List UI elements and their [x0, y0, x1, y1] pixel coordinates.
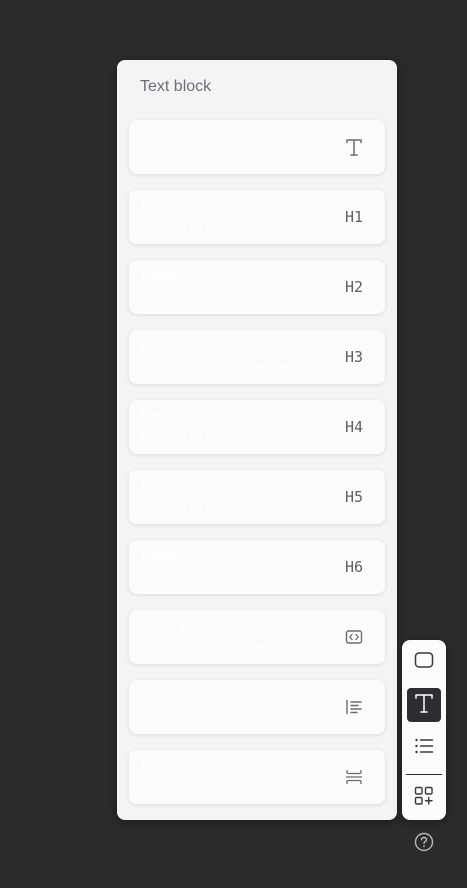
block-option-quote[interactable]: Quote Capture a quote [129, 680, 385, 734]
text-icon [414, 692, 434, 719]
block-option-description: Heading for fourth largest section [141, 430, 318, 444]
block-option-title: Heading 4 [141, 407, 210, 424]
list-icon [414, 737, 434, 760]
block-option-heading-5[interactable]: Heading 5 Heading for fifth largest sect… [129, 470, 385, 524]
block-option-description: Capture a quote [141, 710, 228, 724]
block-option-description: Heading for fifth largest section [141, 500, 307, 514]
h1-icon-label: H1 [344, 208, 364, 226]
h3-icon-label: H3 [344, 348, 364, 366]
block-option-title: Code Block [141, 617, 218, 634]
h3-icon: H3 [341, 345, 367, 369]
quote-icon [341, 695, 367, 719]
block-option-title: Quote [141, 687, 182, 704]
text-block-panel: Text block Text Start writing with plain… [117, 60, 397, 820]
block-option-title: Heading 1 [141, 197, 210, 214]
code-block-icon [341, 625, 367, 649]
block-option-description: Heading for the largest section [141, 220, 304, 234]
container-block-button[interactable] [407, 645, 441, 679]
block-option-heading-6[interactable]: Heading 6 Heading for smallest section H… [129, 540, 385, 594]
block-option-description: Heading for third largest section [141, 360, 311, 374]
panel-title: Text block [140, 78, 212, 95]
text-icon [341, 135, 367, 159]
divider-icon [341, 765, 367, 789]
block-option-heading-3[interactable]: Heading 3 Heading for third largest sect… [129, 330, 385, 384]
text-block-button[interactable] [407, 688, 441, 722]
h1-icon: H1 [341, 205, 367, 229]
block-option-title: Divider [141, 757, 188, 774]
block-type-toolbar [402, 640, 446, 820]
block-option-heading-4[interactable]: Heading 4 Heading for fourth largest sec… [129, 400, 385, 454]
block-option-heading-2[interactable]: Heading 2 Heading for second largest sec… [129, 260, 385, 314]
help-button[interactable] [414, 832, 434, 857]
block-option-description: Heading for smallest section [141, 570, 292, 584]
block-option-code-block[interactable]: Code Block Capture a code snippet [129, 610, 385, 664]
add-blocks-icon [414, 786, 434, 811]
h5-icon-label: H5 [344, 488, 364, 506]
list-block-button[interactable] [407, 731, 441, 765]
h6-icon-label: H6 [344, 558, 364, 576]
block-option-title: Heading 5 [141, 477, 210, 494]
toolbar-divider [406, 774, 442, 775]
more-blocks-button[interactable] [407, 781, 441, 815]
rounded-square-icon [414, 651, 434, 674]
block-option-description: Heading for second largest section [141, 290, 326, 304]
h2-icon-label: H2 [344, 278, 364, 296]
block-option-description: Start writing with plain text [141, 150, 281, 164]
block-option-title: Text [141, 127, 169, 144]
h5-icon: H5 [341, 485, 367, 509]
h2-icon: H2 [341, 275, 367, 299]
block-option-heading-1[interactable]: Heading 1 Heading for the largest sectio… [129, 190, 385, 244]
block-option-text[interactable]: Text Start writing with plain text [129, 120, 385, 174]
app-canvas: Text block Text Start writing with plain… [0, 0, 467, 888]
block-option-description: Visually divide blocks [141, 780, 255, 794]
block-option-divider[interactable]: Divider Visually divide blocks [129, 750, 385, 804]
h4-icon: H4 [341, 415, 367, 439]
help-icon [414, 832, 434, 857]
block-option-title: Heading 3 [141, 337, 210, 354]
block-option-description: Capture a code snippet [141, 640, 266, 654]
block-option-title: Heading 2 [141, 267, 210, 284]
h6-icon: H6 [341, 555, 367, 579]
block-option-title: Heading 6 [141, 547, 210, 564]
h4-icon-label: H4 [344, 418, 364, 436]
